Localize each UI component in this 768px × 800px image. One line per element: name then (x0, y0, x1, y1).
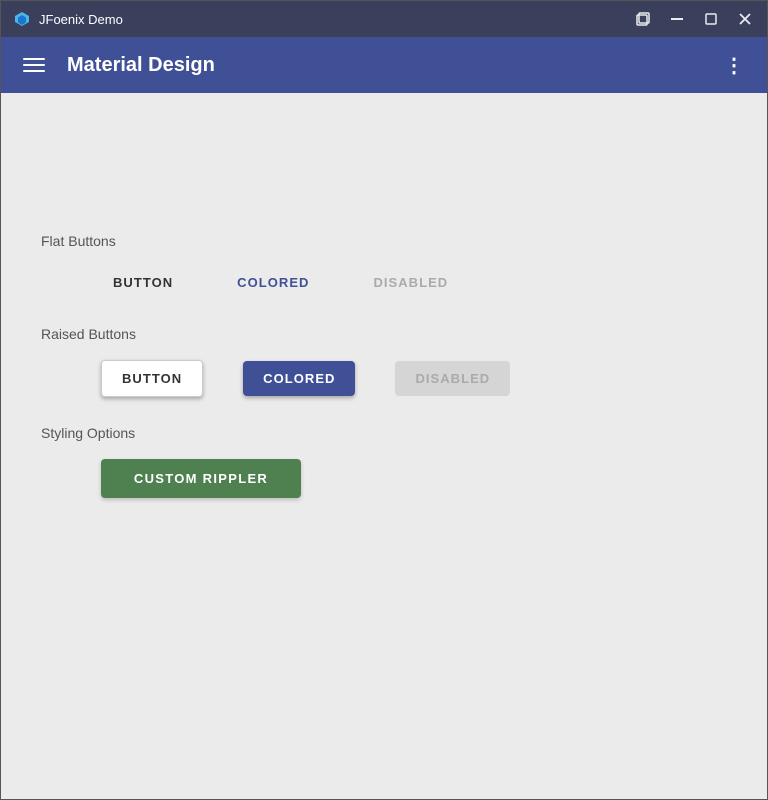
hamburger-menu-icon[interactable] (17, 52, 51, 78)
app-bar-title: Material Design (67, 54, 718, 77)
top-spacer (41, 113, 727, 233)
styling-options-row: CUSTOM RIPPLER (41, 459, 727, 498)
raised-button-disabled: DISABLED (395, 361, 510, 396)
flat-button-disabled: DISABLED (361, 267, 460, 298)
window-title: JFoenix Demo (39, 12, 633, 27)
app-icon (13, 10, 31, 28)
maximize-icon[interactable] (701, 9, 721, 29)
styling-options-label: Styling Options (41, 425, 727, 441)
main-content: Flat Buttons BUTTON COLORED DISABLED Rai… (1, 93, 767, 799)
application-window: JFoenix Demo (0, 0, 768, 800)
close-icon[interactable] (735, 9, 755, 29)
flat-buttons-row: BUTTON COLORED DISABLED (41, 267, 727, 298)
raised-buttons-label: Raised Buttons (41, 326, 727, 342)
custom-rippler-button[interactable]: CUSTOM RIPPLER (101, 459, 301, 498)
flat-button-default[interactable]: BUTTON (101, 267, 185, 298)
restore-icon[interactable] (633, 9, 653, 29)
title-bar: JFoenix Demo (1, 1, 767, 37)
flat-buttons-label: Flat Buttons (41, 233, 727, 249)
styling-options-section: Styling Options CUSTOM RIPPLER (41, 425, 727, 498)
window-controls (633, 9, 755, 29)
raised-buttons-row: BUTTON COLORED DISABLED (41, 360, 727, 397)
raised-button-colored[interactable]: COLORED (243, 361, 355, 396)
raised-button-default[interactable]: BUTTON (101, 360, 203, 397)
minimize-icon[interactable] (667, 9, 687, 29)
more-options-icon[interactable]: ⋮ (718, 47, 751, 84)
flat-button-colored[interactable]: COLORED (225, 267, 321, 298)
flat-buttons-section: Flat Buttons BUTTON COLORED DISABLED (41, 233, 727, 298)
raised-buttons-section: Raised Buttons BUTTON COLORED DISABLED (41, 326, 727, 397)
app-bar: Material Design ⋮ (1, 37, 767, 93)
